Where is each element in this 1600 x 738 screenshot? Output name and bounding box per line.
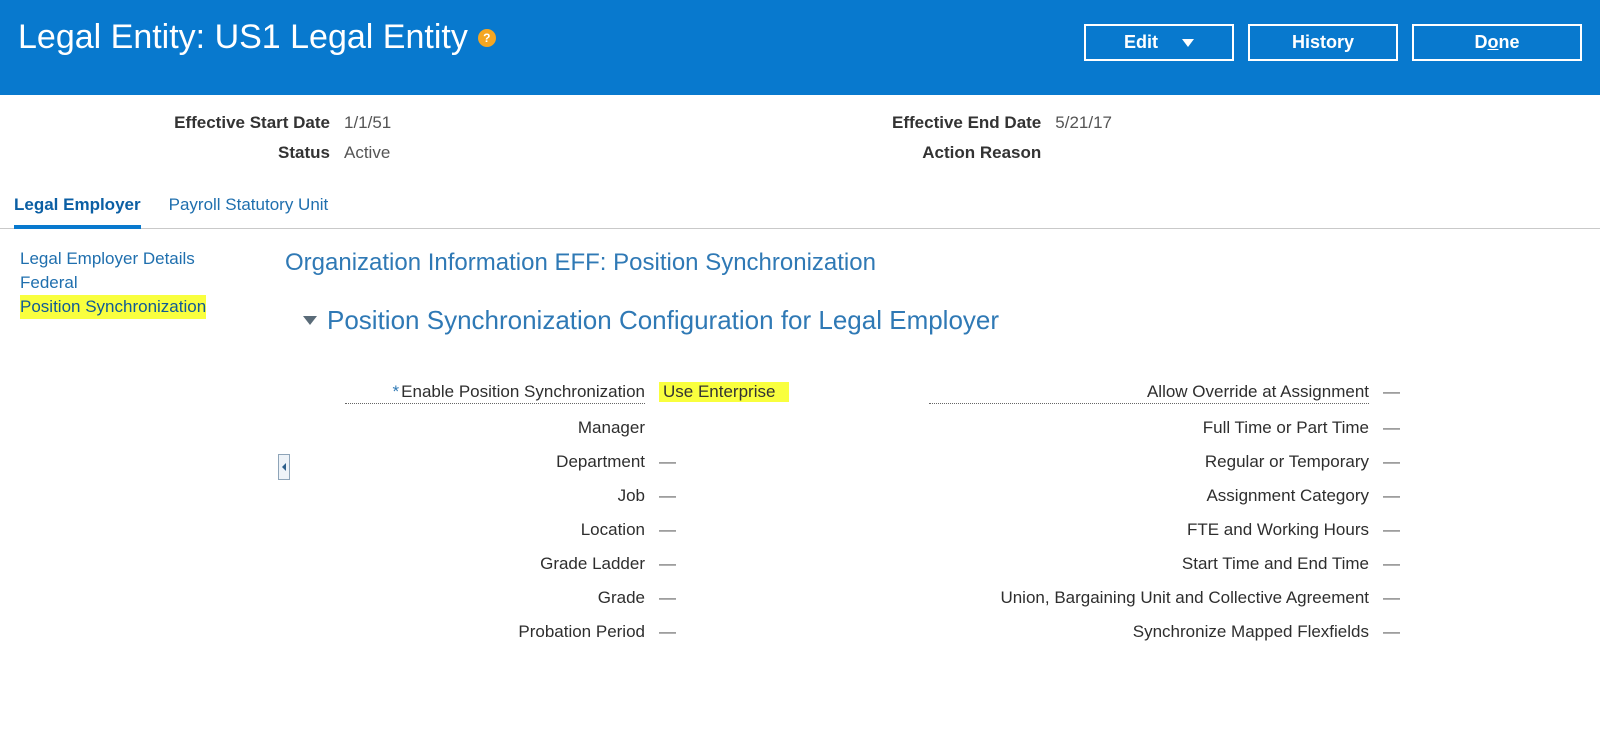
primary-tabs: Legal Employer Payroll Statutory Unit (0, 171, 1600, 229)
start-end-time-label: Start Time and End Time (929, 554, 1369, 574)
union-bargaining-label: Union, Bargaining Unit and Collective Ag… (929, 588, 1369, 608)
form-right-col: Allow Override at Assignment — Full Time… (929, 382, 1423, 642)
sidenav-legal-employer-details[interactable]: Legal Employer Details (20, 247, 195, 271)
help-icon[interactable]: ? (478, 29, 496, 47)
effective-end-date-value: 5/21/17 (1055, 113, 1112, 133)
sidenav-federal[interactable]: Federal (20, 271, 78, 295)
allow-override-value: — (1383, 382, 1423, 402)
probation-period-label: Probation Period (345, 622, 645, 642)
fte-working-hours-value: — (1383, 520, 1423, 540)
full-time-part-time-value: — (1383, 418, 1423, 438)
main-panel: Organization Information EFF: Position S… (265, 229, 1600, 672)
form-left-col: Enable Position Synchronization Use Ente… (345, 382, 789, 642)
history-button[interactable]: History (1248, 24, 1398, 61)
collapse-splitter[interactable] (278, 454, 290, 480)
section-header: Position Synchronization Configuration f… (303, 305, 1570, 336)
caret-down-icon (1182, 39, 1194, 47)
history-button-label: History (1292, 32, 1354, 53)
action-reason-label: Action Reason (721, 143, 1041, 163)
content-body: Legal Employer Details Federal Position … (0, 229, 1600, 672)
department-value: — (659, 452, 789, 472)
page-title: Legal Entity: US1 Legal Entity ? (18, 18, 496, 57)
grade-ladder-label: Grade Ladder (345, 554, 645, 574)
fte-working-hours-label: FTE and Working Hours (929, 520, 1369, 540)
edit-button[interactable]: Edit (1084, 24, 1234, 61)
probation-period-value: — (659, 622, 789, 642)
sync-flexfields-value: — (1383, 622, 1423, 642)
form-grid: Enable Position Synchronization Use Ente… (345, 382, 1570, 642)
regular-temporary-value: — (1383, 452, 1423, 472)
effective-end-date-label: Effective End Date (721, 113, 1041, 133)
department-label: Department (345, 452, 645, 472)
status-label: Status (10, 143, 330, 163)
enable-position-sync-value: Use Enterprise (659, 382, 789, 402)
edit-button-label: Edit (1124, 32, 1158, 53)
full-time-part-time-label: Full Time or Part Time (929, 418, 1369, 438)
enable-position-sync-label: Enable Position Synchronization (345, 382, 645, 404)
start-end-time-value: — (1383, 554, 1423, 574)
done-button[interactable]: Done (1412, 24, 1582, 61)
page-title-text: Legal Entity: US1 Legal Entity (18, 18, 468, 57)
location-label: Location (345, 520, 645, 540)
summary-info-row: Effective Start Date 1/1/51 Status Activ… (0, 95, 1600, 171)
effective-start-date-label: Effective Start Date (10, 113, 330, 133)
tab-payroll-statutory-unit[interactable]: Payroll Statutory Unit (169, 195, 329, 228)
location-value: — (659, 520, 789, 540)
effective-start-date-value: 1/1/51 (344, 113, 391, 133)
regular-temporary-label: Regular or Temporary (929, 452, 1369, 472)
grade-ladder-value: — (659, 554, 789, 574)
assignment-category-value: — (1383, 486, 1423, 506)
disclose-icon[interactable] (303, 316, 317, 325)
manager-label: Manager (345, 418, 645, 438)
sidenav-position-synchronization[interactable]: Position Synchronization (20, 295, 206, 319)
job-value: — (659, 486, 789, 506)
tab-legal-employer[interactable]: Legal Employer (14, 195, 141, 229)
union-bargaining-value: — (1383, 588, 1423, 608)
summary-right-col: Effective End Date 5/21/17 Action Reason (721, 113, 1112, 163)
grade-label: Grade (345, 588, 645, 608)
side-nav: Legal Employer Details Federal Position … (0, 229, 265, 672)
allow-override-label: Allow Override at Assignment (929, 382, 1369, 404)
header-button-group: Edit History Done (1084, 24, 1582, 61)
grade-value: — (659, 588, 789, 608)
section-title: Position Synchronization Configuration f… (327, 305, 999, 336)
assignment-category-label: Assignment Category (929, 486, 1369, 506)
app-header: Legal Entity: US1 Legal Entity ? Edit Hi… (0, 0, 1600, 95)
sync-flexfields-label: Synchronize Mapped Flexfields (929, 622, 1369, 642)
done-button-label: Done (1474, 32, 1519, 53)
job-label: Job (345, 486, 645, 506)
page-subheading: Organization Information EFF: Position S… (285, 249, 1570, 277)
status-value: Active (344, 143, 391, 163)
summary-left-col: Effective Start Date 1/1/51 Status Activ… (10, 113, 391, 163)
